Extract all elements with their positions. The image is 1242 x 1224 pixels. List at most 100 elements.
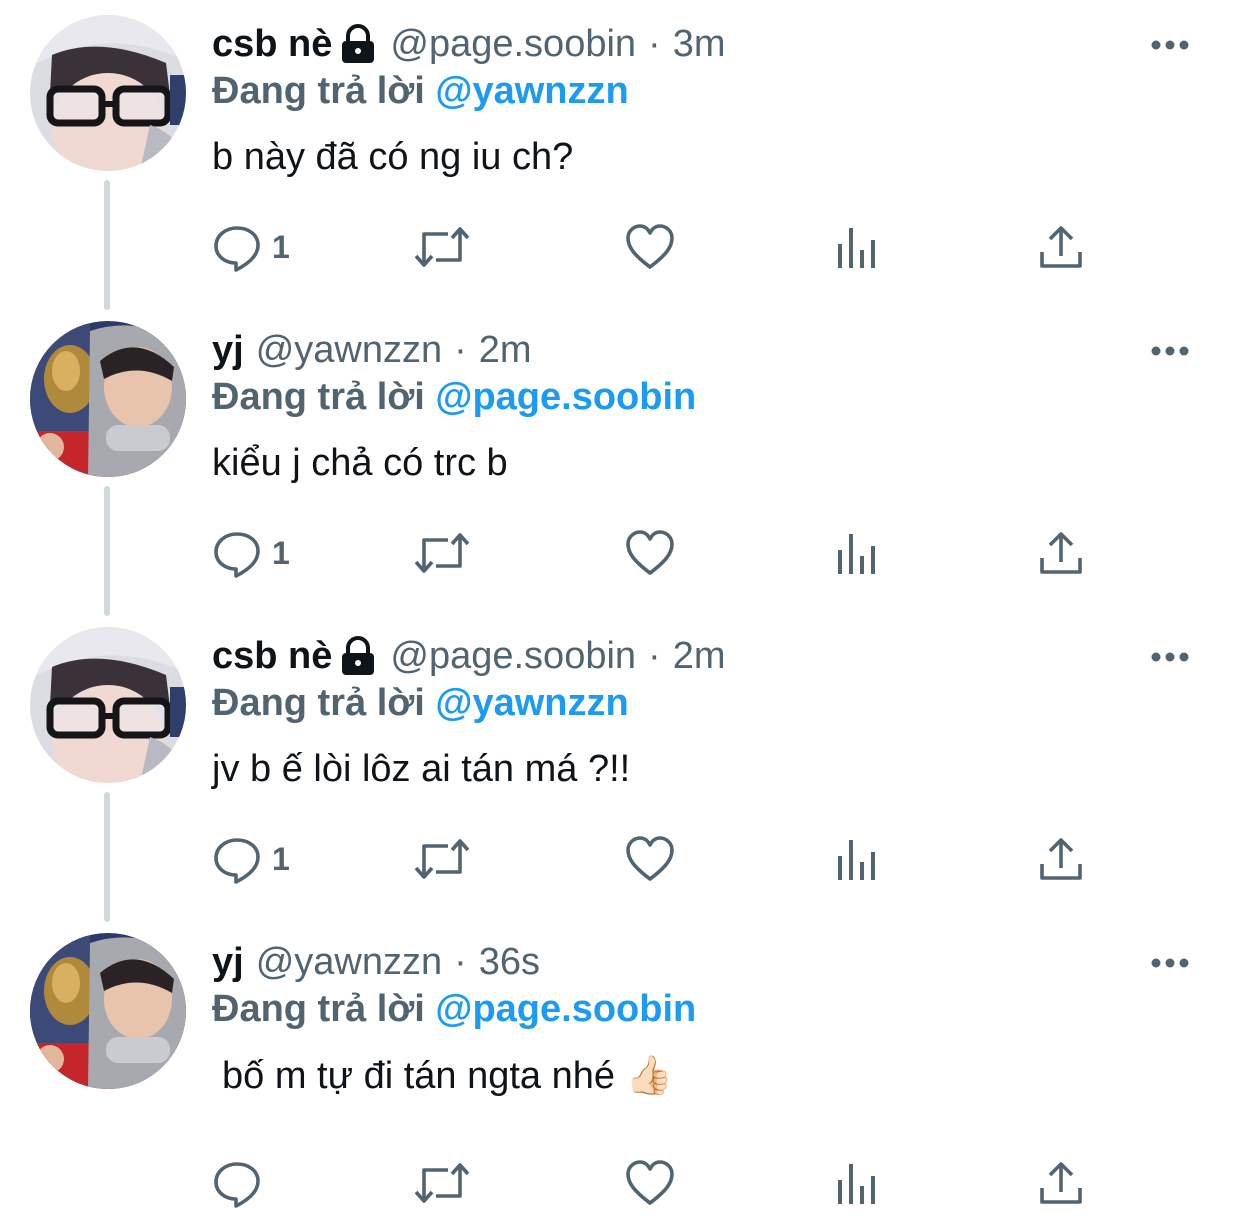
retweet-button[interactable] [412, 526, 472, 580]
share-upload-icon [1036, 222, 1086, 272]
share-upload-icon [1036, 1158, 1086, 1208]
tweet-header: yj @yawnzzn · 36s [212, 936, 540, 988]
timestamp[interactable]: 3m [673, 23, 726, 66]
user-handle[interactable]: @yawnzzn [256, 941, 442, 984]
tweet-actions [212, 1156, 1112, 1210]
tweet-header: csb nè @page.soobin · 2m [212, 630, 726, 682]
like-button[interactable] [624, 526, 676, 580]
separator-dot: · [648, 22, 661, 65]
share-button[interactable] [1036, 832, 1086, 886]
heart-icon [624, 222, 676, 272]
views-bar-chart-icon [832, 834, 882, 884]
retweet-button[interactable] [412, 832, 472, 886]
tweet-text: kiểu j chả có trc b [212, 442, 508, 484]
like-button[interactable] [624, 832, 676, 886]
share-upload-icon [1036, 834, 1086, 884]
reply-bubble-icon [212, 528, 262, 578]
tweet[interactable]: yj @yawnzzn · 36s Đang trả lời @page.soo… [0, 918, 1242, 1224]
replying-to-handle-link[interactable]: @yawnzzn [435, 70, 628, 112]
timestamp[interactable]: 2m [479, 329, 532, 372]
tweet[interactable]: yj @yawnzzn · 2m Đang trả lời @page.soob… [0, 306, 1242, 612]
views-button[interactable] [832, 220, 882, 274]
retweet-icon [412, 834, 472, 884]
separator-dot: · [454, 328, 467, 371]
user-handle[interactable]: @yawnzzn [256, 329, 442, 372]
tweet-actions: 1 [212, 526, 1112, 580]
tweet-text: b này đã có ng iu ch? [212, 136, 574, 178]
views-bar-chart-icon [832, 222, 882, 272]
heart-icon [624, 834, 676, 884]
share-button[interactable] [1036, 220, 1086, 274]
replying-to-handle-link[interactable]: @yawnzzn [435, 682, 628, 724]
timestamp[interactable]: 36s [479, 941, 540, 984]
views-button[interactable] [832, 1156, 882, 1210]
hooded-glasses-avatar [30, 15, 186, 171]
gray-hoodie-avatar [30, 933, 186, 1089]
views-button[interactable] [832, 832, 882, 886]
user-handle[interactable]: @page.soobin [390, 635, 636, 678]
display-name[interactable]: yj [212, 941, 244, 984]
heart-icon [624, 1158, 676, 1208]
share-upload-icon [1036, 528, 1086, 578]
tweet[interactable]: csb nè @page.soobin · 3m Đang trả lời @y… [0, 0, 1242, 306]
avatar[interactable] [30, 933, 186, 1089]
retweet-icon [412, 528, 472, 578]
display-name[interactable]: csb nè [212, 635, 332, 678]
replying-to-handle-link[interactable]: @page.soobin [435, 376, 696, 418]
replying-to: Đang trả lời @yawnzzn [212, 682, 629, 725]
reply-count: 1 [272, 534, 290, 571]
reply-count: 1 [272, 228, 290, 265]
share-button[interactable] [1036, 1156, 1086, 1210]
retweet-button[interactable] [412, 220, 472, 274]
views-bar-chart-icon [832, 1158, 882, 1208]
user-handle[interactable]: @page.soobin [390, 23, 636, 66]
more-horizontal-icon[interactable] [1150, 344, 1190, 356]
retweet-button[interactable] [412, 1156, 472, 1210]
gray-hoodie-avatar [30, 321, 186, 477]
like-button[interactable] [624, 1156, 676, 1210]
replying-to-label: Đang trả lời [212, 682, 425, 724]
replying-to-label: Đang trả lời [212, 988, 425, 1030]
replying-to-handle-link[interactable]: @page.soobin [435, 988, 696, 1030]
lock-icon [340, 24, 376, 64]
lock-icon [340, 636, 376, 676]
reply-bubble-icon [212, 1158, 262, 1208]
reply-bubble-icon [212, 222, 262, 272]
separator-dot: · [454, 940, 467, 983]
hooded-glasses-avatar [30, 627, 186, 783]
heart-icon [624, 528, 676, 578]
tweet-header: yj @yawnzzn · 2m [212, 324, 532, 376]
replying-to-label: Đang trả lời [212, 70, 425, 112]
share-button[interactable] [1036, 526, 1086, 580]
reply-count: 1 [272, 840, 290, 877]
timestamp[interactable]: 2m [673, 635, 726, 678]
tweet-actions: 1 [212, 220, 1112, 274]
tweet-actions: 1 [212, 832, 1112, 886]
retweet-icon [412, 1158, 472, 1208]
more-horizontal-icon[interactable] [1150, 38, 1190, 50]
avatar[interactable] [30, 321, 186, 477]
tweet-text: bố m tự đi tán ngta nhé 👍🏻 [222, 1055, 673, 1097]
replying-to: Đang trả lời @page.soobin [212, 988, 696, 1031]
retweet-icon [412, 222, 472, 272]
tweet-text: jv b ế lòi lôz ai tán má ?!! [212, 748, 631, 790]
reply-button[interactable]: 1 [212, 526, 290, 580]
views-button[interactable] [832, 526, 882, 580]
reply-button[interactable]: 1 [212, 220, 290, 274]
more-horizontal-icon[interactable] [1150, 650, 1190, 662]
reply-button[interactable] [212, 1156, 272, 1210]
replying-to-label: Đang trả lời [212, 376, 425, 418]
like-button[interactable] [624, 220, 676, 274]
replying-to: Đang trả lời @yawnzzn [212, 70, 629, 113]
more-horizontal-icon[interactable] [1150, 956, 1190, 968]
avatar[interactable] [30, 15, 186, 171]
avatar[interactable] [30, 627, 186, 783]
reply-button[interactable]: 1 [212, 832, 290, 886]
tweet[interactable]: csb nè @page.soobin · 2m Đang trả lời @y… [0, 612, 1242, 918]
replying-to: Đang trả lời @page.soobin [212, 376, 696, 419]
display-name[interactable]: yj [212, 329, 244, 372]
display-name[interactable]: csb nè [212, 23, 332, 66]
tweet-header: csb nè @page.soobin · 3m [212, 18, 726, 70]
separator-dot: · [648, 634, 661, 677]
reply-bubble-icon [212, 834, 262, 884]
